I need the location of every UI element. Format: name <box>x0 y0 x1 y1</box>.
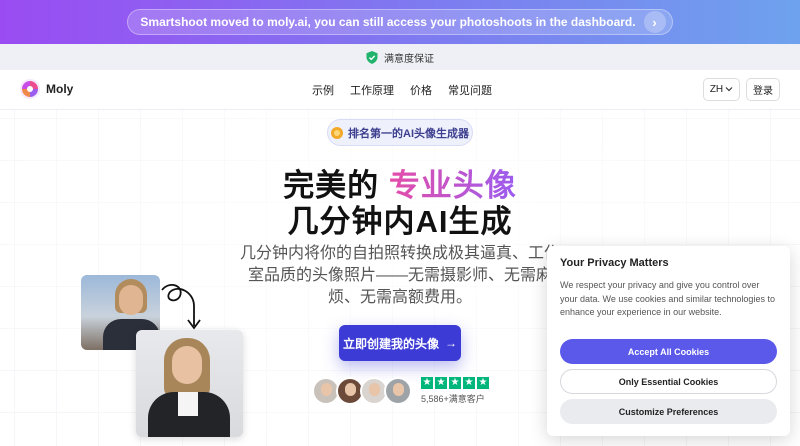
customer-avatars <box>312 377 412 405</box>
ranking-badge: 排名第一的AI头像生成器 <box>327 119 473 146</box>
curved-arrow-icon <box>161 283 201 330</box>
top-navigation: Moly 示例 工作原理 价格 常见问题 ZH 登录 <box>0 70 800 110</box>
cookie-consent-panel: Your Privacy Matters We respect your pri… <box>547 246 790 436</box>
cookie-description: We respect your privacy and give you con… <box>560 280 775 317</box>
announcement-banner: Smartshoot moved to moly.ai, you can sti… <box>0 0 800 44</box>
menu-item-pricing[interactable]: 价格 <box>410 82 432 98</box>
guarantee-text: 满意度保证 <box>384 53 434 65</box>
shield-check-icon <box>366 50 378 64</box>
star-icon: ★ <box>435 377 447 389</box>
brand-logo[interactable]: Moly <box>20 79 73 99</box>
main-menu: 示例 工作原理 价格 常见问题 <box>312 82 492 98</box>
brand-name: Moly <box>46 82 74 96</box>
login-button[interactable]: 登录 <box>746 78 780 101</box>
headshot-after-photo <box>136 330 243 437</box>
essential-cookies-button[interactable]: Only Essential Cookies <box>560 369 777 394</box>
accept-all-cookies-button[interactable]: Accept All Cookies <box>560 339 777 364</box>
headline-line-2: 几分钟内AI生成 <box>287 204 513 239</box>
language-selector[interactable]: ZH <box>703 78 740 101</box>
star-icon: ★ <box>449 377 461 389</box>
sparkle-badge-icon <box>331 126 343 139</box>
announcement-link[interactable]: Smartshoot moved to moly.ai, you can sti… <box>127 9 673 35</box>
hero-subtitle: 几分钟内将你的自拍照转换成极其逼真、工作室品质的头像照片——无需摄影师、无需麻烦… <box>240 245 561 306</box>
menu-item-faq[interactable]: 常见问题 <box>448 82 492 98</box>
star-icon: ★ <box>463 377 475 389</box>
star-icon: ★ <box>421 377 433 389</box>
avatar <box>384 377 412 405</box>
star-rating: ★ ★ ★ ★ ★ <box>421 377 489 389</box>
create-headshot-button[interactable]: 立即创建我的头像 → <box>339 325 461 361</box>
trustpilot-rating: ★ ★ ★ ★ ★ 5,586+满意客户 <box>421 377 489 405</box>
chevron-down-icon <box>725 84 733 95</box>
announcement-text: Smartshoot moved to moly.ai, you can sti… <box>140 15 636 29</box>
chevron-right-icon: › <box>643 11 666 33</box>
ranking-badge-text: 排名第一的AI头像生成器 <box>348 127 469 140</box>
star-icon: ★ <box>477 377 489 389</box>
cookie-title: Your Privacy Matters <box>560 257 669 269</box>
customer-count: 5,586+满意客户 <box>421 394 485 404</box>
menu-item-how-it-works[interactable]: 工作原理 <box>350 82 394 98</box>
moly-logo-icon <box>20 79 40 99</box>
satisfaction-strip: 满意度保证 <box>0 44 800 70</box>
language-label: ZH <box>709 84 724 95</box>
menu-item-examples[interactable]: 示例 <box>312 82 334 98</box>
arrow-right-icon: → <box>445 336 457 350</box>
cta-label: 立即创建我的头像 <box>342 336 439 351</box>
customize-preferences-button[interactable]: Customize Preferences <box>560 399 777 424</box>
